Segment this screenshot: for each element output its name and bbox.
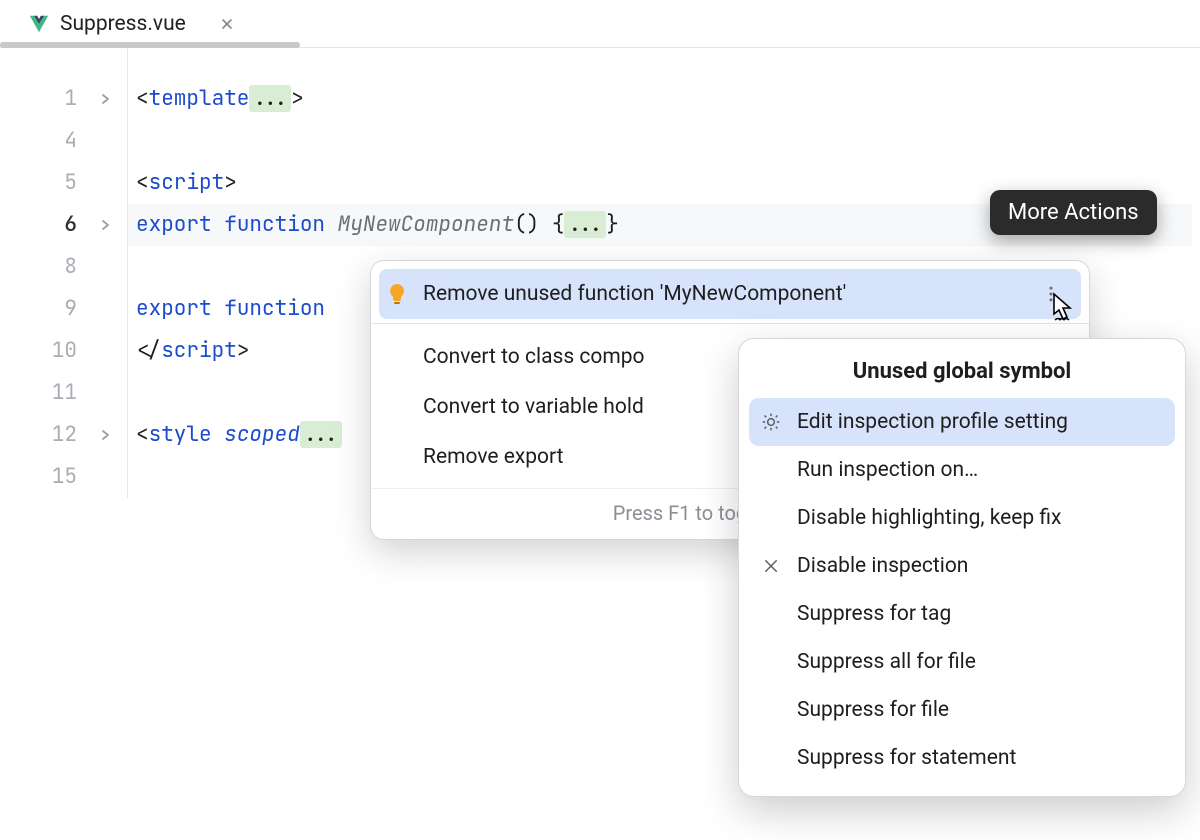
intention-label: Convert to class compo [423,345,645,369]
line-number: 1 [49,78,77,120]
close-tab-icon[interactable] [218,15,236,33]
tooltip-more-actions: More Actions [990,190,1157,235]
fold-chevron-icon[interactable] [99,219,113,231]
line-number: 9 [49,288,77,330]
submenu-label: Disable highlighting, keep fix [797,506,1061,530]
submenu-label: Edit inspection profile setting [797,410,1068,434]
submenu-label: Suppress for file [797,698,949,722]
divider [371,323,1089,324]
line-number: 12 [49,414,77,456]
line-number: 5 [49,162,77,204]
submenu-label: Run inspection on… [797,458,978,482]
gutter-row: 1 [0,78,127,120]
fold-ellipsis[interactable]: ... [249,85,291,112]
submenu-label: Suppress all for file [797,650,976,674]
tab-bar: Suppress.vue [0,0,1200,48]
submenu-item[interactable]: Suppress all for file [749,638,1175,686]
intention-label: Remove unused function 'MyNewComponent' [423,282,846,306]
intention-label: Convert to variable hold [423,395,644,419]
submenu-item[interactable]: Edit inspection profile setting [749,398,1175,446]
line-number: 15 [49,456,77,498]
gutter-row: 5 [0,162,127,204]
submenu-label: Suppress for tag [797,602,951,626]
code-line [136,120,1200,162]
gutter-row: 12 [0,414,127,456]
gutter-row: 6 [0,204,127,246]
gutter-row: 10 [0,330,127,372]
fold-chevron-icon[interactable] [99,429,113,441]
line-number: 8 [49,246,77,288]
fold-ellipsis[interactable]: ... [300,421,342,448]
line-number: 6 [49,204,77,246]
code-line: <template...> [136,78,1200,120]
gutter: 14568910111215 [0,48,128,498]
intention-label: Remove export [423,445,564,469]
submenu-header: Unused global symbol [749,353,1175,398]
submenu-item[interactable]: Disable inspection [749,542,1175,590]
line-number: 11 [49,372,77,414]
file-tab[interactable]: Suppress.vue [16,0,248,47]
submenu-label: Disable inspection [797,554,968,578]
vue-icon [28,13,50,35]
submenu-item[interactable]: Suppress for file [749,686,1175,734]
gutter-row: 11 [0,372,127,414]
fold-ellipsis[interactable]: ... [564,211,606,238]
submenu-item[interactable]: Suppress for tag [749,590,1175,638]
gutter-row: 9 [0,288,127,330]
line-number: 4 [49,120,77,162]
tab-filename: Suppress.vue [60,12,186,36]
submenu: Unused global symbol Edit inspection pro… [738,338,1186,797]
line-number: 10 [49,330,77,372]
gutter-row: 8 [0,246,127,288]
fold-chevron-icon[interactable] [99,93,113,105]
lightbulb-icon [385,282,409,306]
submenu-item[interactable]: Disable highlighting, keep fix [749,494,1175,542]
submenu-item[interactable]: Suppress for statement [749,734,1175,782]
intention-item-primary[interactable]: Remove unused function 'MyNewComponent' [379,269,1081,319]
submenu-item[interactable]: Run inspection on… [749,446,1175,494]
close-icon [759,554,783,578]
gutter-row: 15 [0,456,127,498]
gutter-row: 4 [0,120,127,162]
gear-icon [759,410,783,434]
cursor-pointer-icon [1048,292,1078,331]
submenu-label: Suppress for statement [797,746,1016,770]
